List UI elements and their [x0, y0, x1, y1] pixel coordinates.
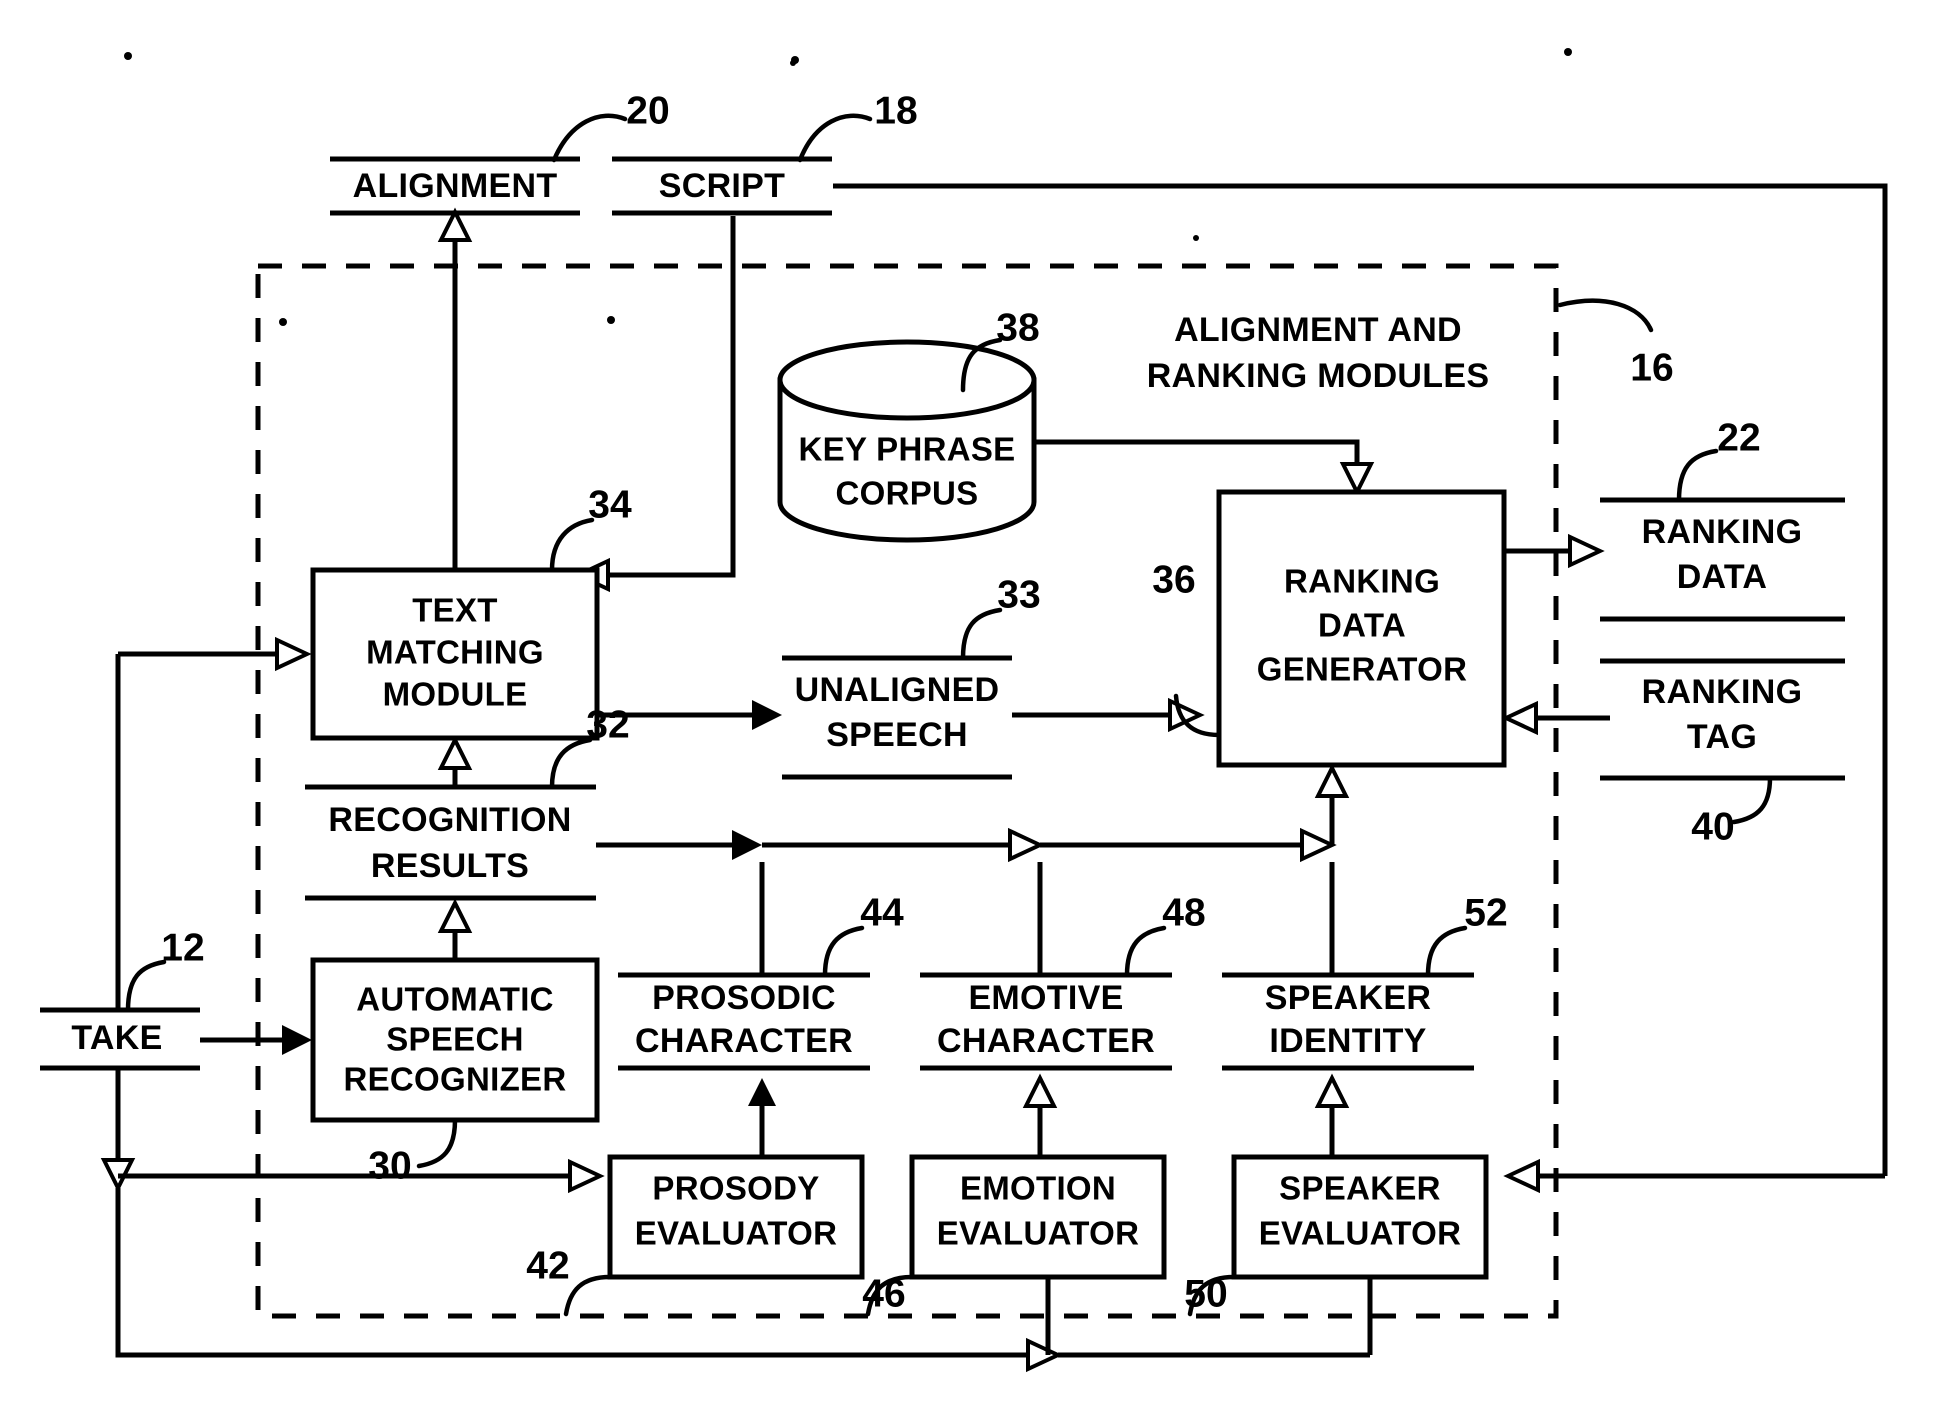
ranking-tag-line2: TAG — [1687, 718, 1757, 756]
refnum-46: 46 — [862, 1272, 905, 1315]
patent-figure: ALIGNMENT 20 SCRIPT 18 ALIGNMENT AND RAN… — [0, 0, 1957, 1419]
take-label: TAKE — [71, 1019, 162, 1057]
refnum-30: 30 — [368, 1144, 411, 1187]
refnum-32: 32 — [586, 703, 629, 746]
text-matching-module-line2: MATCHING — [366, 634, 544, 671]
refnum-40: 40 — [1691, 805, 1734, 848]
emotion-evaluator-line1: EMOTION — [960, 1170, 1116, 1207]
refnum-22: 22 — [1717, 416, 1760, 459]
ranking-data-line1: RANKING — [1642, 513, 1803, 551]
refnum-38: 38 — [996, 306, 1039, 349]
asr-line1: AUTOMATIC — [356, 981, 554, 1018]
asr-line2: SPEECH — [386, 1021, 524, 1058]
script-label: SCRIPT — [659, 167, 785, 205]
refnum-12: 12 — [161, 926, 204, 969]
unaligned-speech-line2: SPEECH — [826, 716, 968, 754]
speaker-identity-line1: SPEAKER — [1265, 979, 1431, 1017]
prosody-evaluator-line1: PROSODY — [652, 1170, 819, 1207]
text-matching-module-line1: TEXT — [412, 592, 498, 629]
refnum-34: 34 — [588, 483, 632, 526]
ranking-tag-line1: RANKING — [1642, 673, 1803, 711]
speaker-evaluator-line2: EVALUATOR — [1259, 1215, 1462, 1252]
speaker-identity-line2: IDENTITY — [1269, 1022, 1426, 1060]
recognition-results-line1: RECOGNITION — [328, 801, 571, 839]
prosodic-character-line1: PROSODIC — [652, 979, 836, 1017]
alignment-label: ALIGNMENT — [353, 167, 558, 205]
emotive-character-line2: CHARACTER — [937, 1022, 1155, 1060]
recognition-results-line2: RESULTS — [371, 847, 529, 885]
refnum-16: 16 — [1630, 346, 1673, 389]
prosodic-character-line2: CHARACTER — [635, 1022, 853, 1060]
enclosure-title-line1: ALIGNMENT AND — [1174, 311, 1462, 349]
refnum-44: 44 — [860, 891, 904, 934]
unaligned-speech-line1: UNALIGNED — [795, 671, 1000, 709]
key-phrase-corpus-line2: CORPUS — [836, 475, 979, 512]
key-phrase-corpus-line1: KEY PHRASE — [799, 431, 1016, 468]
ranking-data-line2: DATA — [1677, 558, 1768, 596]
refnum-50: 50 — [1184, 1272, 1227, 1315]
emotion-evaluator-line2: EVALUATOR — [937, 1215, 1140, 1252]
refnum-42: 42 — [526, 1244, 569, 1287]
refnum-18: 18 — [874, 89, 917, 132]
label-layer: ALIGNMENT 20 SCRIPT 18 ALIGNMENT AND RAN… — [71, 89, 1803, 1315]
refnum-20: 20 — [626, 89, 669, 132]
emotive-character-line1: EMOTIVE — [968, 979, 1123, 1017]
ranking-data-generator-line2: DATA — [1318, 607, 1406, 644]
refnum-36: 36 — [1152, 558, 1195, 601]
ranking-data-generator-line3: GENERATOR — [1257, 651, 1468, 688]
asr-line3: RECOGNIZER — [343, 1061, 566, 1098]
ranking-data-generator-line1: RANKING — [1284, 563, 1440, 600]
speaker-evaluator-line1: SPEAKER — [1279, 1170, 1441, 1207]
refnum-48: 48 — [1162, 891, 1205, 934]
text-matching-module-line3: MODULE — [383, 676, 528, 713]
refnum-52: 52 — [1464, 891, 1507, 934]
prosody-evaluator-line2: EVALUATOR — [635, 1215, 838, 1252]
enclosure-title-line2: RANKING MODULES — [1147, 357, 1490, 395]
refnum-33: 33 — [997, 573, 1040, 616]
